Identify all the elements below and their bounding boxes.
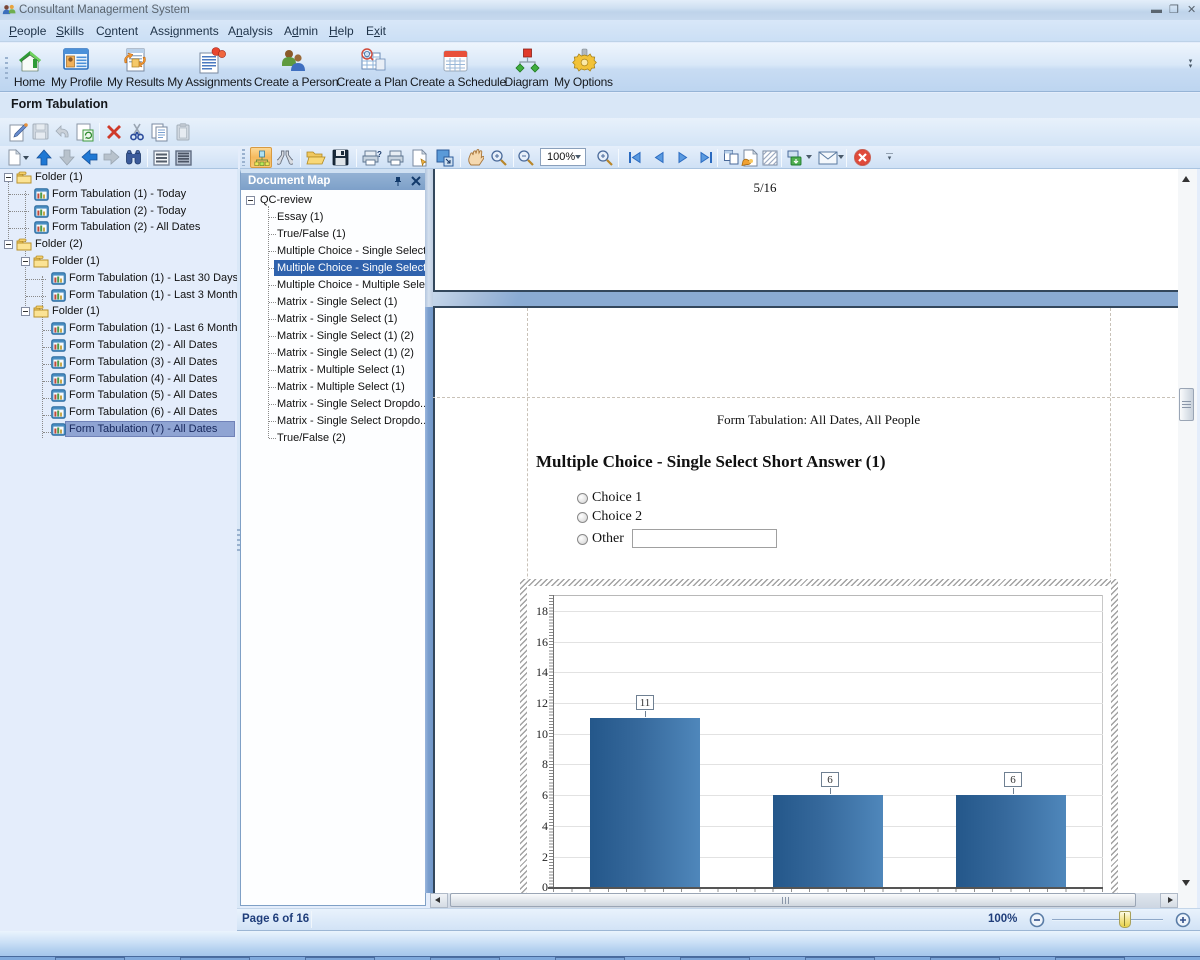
svg-text:?: ? [377, 150, 382, 159]
